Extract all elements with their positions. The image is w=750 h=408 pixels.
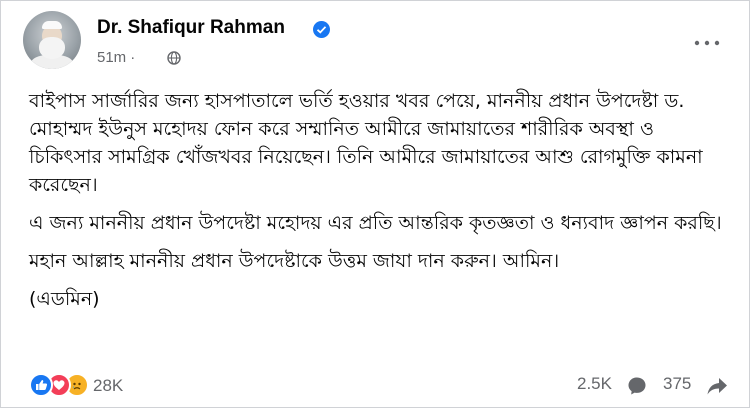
post-paragraph: বাইপাস সার্জারির জন্য হাসপাতালে ভর্তি হও… <box>29 90 703 196</box>
post-time[interactable]: 51m <box>97 49 126 66</box>
verified-badge-icon <box>313 21 330 38</box>
post-paragraph: মহান আল্লাহ মাননীয় প্রধান উপদেষ্টাকে উত… <box>29 250 560 272</box>
comment-icon[interactable] <box>626 375 648 397</box>
post-body: বাইপাস সার্জারির জন্য হাসপাতালে ভর্তি হও… <box>29 87 729 323</box>
meta-separator: · <box>130 49 136 66</box>
post-meta: 51m · <box>97 49 139 66</box>
like-reaction-icon <box>29 373 53 397</box>
share-icon[interactable] <box>705 375 729 397</box>
globe-icon <box>167 51 181 65</box>
author-avatar[interactable] <box>23 11 81 69</box>
post-header: Dr. Shafiqur Rahman 51m · <box>23 9 733 73</box>
avatar-cap <box>42 21 62 29</box>
post-paragraph: এ জন্য মাননীয় প্রধান উপদেষ্টা মহোদয় এর… <box>29 212 722 234</box>
more-options-icon[interactable] <box>687 31 727 55</box>
reactions-summary[interactable]: 28K <box>29 373 123 399</box>
comments-count[interactable]: 2.5K <box>577 374 612 394</box>
avatar-beard <box>39 37 65 59</box>
shares-count[interactable]: 375 <box>663 374 691 394</box>
author-name[interactable]: Dr. Shafiqur Rahman <box>97 17 285 39</box>
post-card: Dr. Shafiqur Rahman 51m · বাইপাস সার্জারি… <box>0 0 750 408</box>
reactions-count[interactable]: 28K <box>93 376 123 396</box>
engagement-bar: 28K 2.5K 375 <box>29 371 729 401</box>
post-signature: (এডমিন) <box>29 288 100 310</box>
